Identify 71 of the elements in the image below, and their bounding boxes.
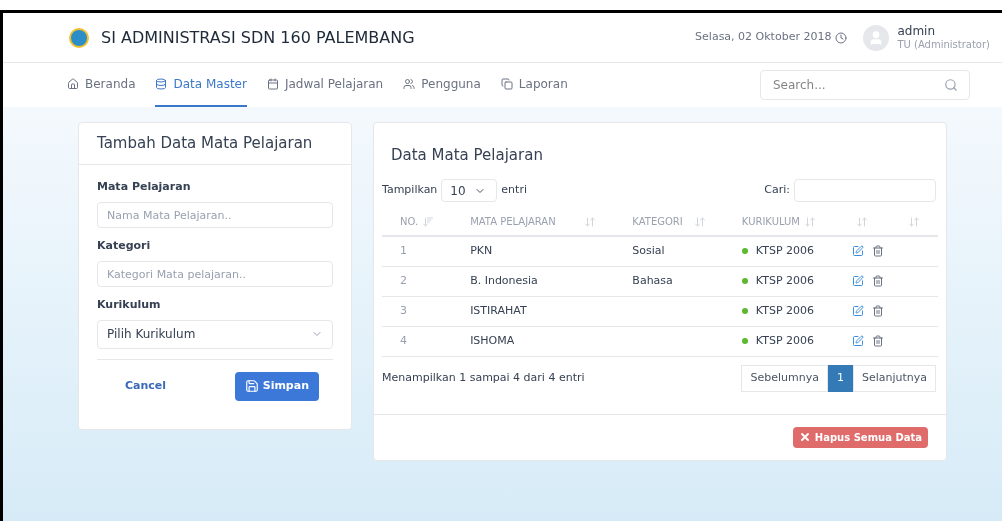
sort-icon[interactable] xyxy=(856,215,868,228)
row-number: 4 xyxy=(400,333,407,347)
table-info: Menampilkan 1 sampai 4 dari 4 entri xyxy=(382,369,585,386)
subject-cell: B. Indonesia xyxy=(470,273,538,287)
logo-icon xyxy=(69,27,89,48)
input-field[interactable]: Kategori Mata pelajaran.. xyxy=(97,261,333,287)
subject-cell: PKN xyxy=(470,244,493,257)
column-header[interactable]: NO. xyxy=(400,214,419,229)
date-text: Selasa, 02 Oktober 2018 xyxy=(695,29,832,46)
trash-icon[interactable] xyxy=(872,305,884,317)
column-header[interactable]: KURIKULUM xyxy=(741,214,800,229)
nav-tab[interactable]: Pengguna xyxy=(403,63,481,107)
user-role: TU (Administrator) xyxy=(897,38,990,52)
row-number: 1 xyxy=(400,244,407,257)
edit-icon[interactable] xyxy=(852,335,864,347)
table-search-field[interactable] xyxy=(794,179,936,202)
select-field[interactable]: Pilih Kurikulum xyxy=(97,319,333,349)
home-icon xyxy=(67,78,79,90)
user-name: admin xyxy=(897,23,937,39)
cancel-button[interactable]: Cancel xyxy=(125,377,167,395)
sort-icon[interactable] xyxy=(693,215,706,228)
length-select[interactable]: 10 xyxy=(441,179,498,202)
sort-icon[interactable] xyxy=(908,215,920,228)
curriculum-cell-text: KTSP 2006 xyxy=(755,332,815,349)
row-number: 3 xyxy=(400,303,407,317)
column-header[interactable]: KATEGORI xyxy=(632,214,683,229)
calendar-icon xyxy=(266,78,279,90)
save-button[interactable]: Simpan xyxy=(234,371,319,401)
page-button[interactable]: Sebelumnya xyxy=(741,364,828,392)
field-label: Kategori xyxy=(97,238,152,254)
curriculum-cell-text: KTSP 2006 xyxy=(755,272,815,289)
search-icon[interactable] xyxy=(944,78,958,92)
length-label: Tampilkan xyxy=(382,182,438,199)
users-icon xyxy=(403,78,416,90)
delete-all-button[interactable]: Hapus Semua Data xyxy=(792,426,928,448)
curriculum-cell-text: KTSP 2006 xyxy=(755,302,815,319)
search-field[interactable]: Search... xyxy=(760,70,970,100)
field-label: Kurikulum xyxy=(97,297,162,313)
edit-icon[interactable] xyxy=(852,245,864,258)
category-cell: Sosial xyxy=(632,244,665,257)
page-button[interactable]: Selanjutnya xyxy=(852,364,936,392)
length-label: entri xyxy=(501,182,527,199)
field-label: Mata Pelajaran xyxy=(97,179,192,195)
edit-icon[interactable] xyxy=(852,305,864,317)
table-title: Data Mata Pelajaran xyxy=(391,146,543,164)
edit-icon[interactable] xyxy=(852,275,864,287)
row-number: 2 xyxy=(400,273,407,287)
category-cell: Bahasa xyxy=(632,273,673,287)
app-title: SI ADMINISTRASI SDN 160 PALEMBANG xyxy=(101,26,415,49)
input-field[interactable]: Nama Mata Pelajaran.. xyxy=(97,202,333,228)
trash-icon[interactable] xyxy=(872,335,884,347)
curriculum-cell-text: KTSP 2006 xyxy=(755,243,815,259)
sort-icon[interactable] xyxy=(584,215,597,228)
search-label: Cari: xyxy=(764,182,790,199)
copy-icon xyxy=(500,78,513,90)
sort-icon[interactable] xyxy=(804,215,816,228)
database-icon xyxy=(155,78,168,90)
trash-icon[interactable] xyxy=(872,245,884,258)
form-title: Tambah Data Mata Pelajaran xyxy=(97,133,313,155)
nav-tab[interactable]: Beranda xyxy=(67,63,136,107)
page-button[interactable]: 1 xyxy=(827,364,853,392)
subject-cell: ISTIRAHAT xyxy=(470,303,527,317)
sort-icon[interactable] xyxy=(422,215,435,228)
clock-icon xyxy=(835,31,848,44)
cross-icon xyxy=(798,431,811,443)
trash-icon[interactable] xyxy=(872,275,884,287)
column-header[interactable]: MATA PELAJARAN xyxy=(470,214,556,229)
avatar-icon[interactable] xyxy=(863,24,890,51)
subject-cell: ISHOMA xyxy=(470,333,515,347)
nav-tab[interactable]: Jadwal Pelajaran xyxy=(266,63,384,107)
nav-tab[interactable]: Laporan xyxy=(500,63,568,107)
